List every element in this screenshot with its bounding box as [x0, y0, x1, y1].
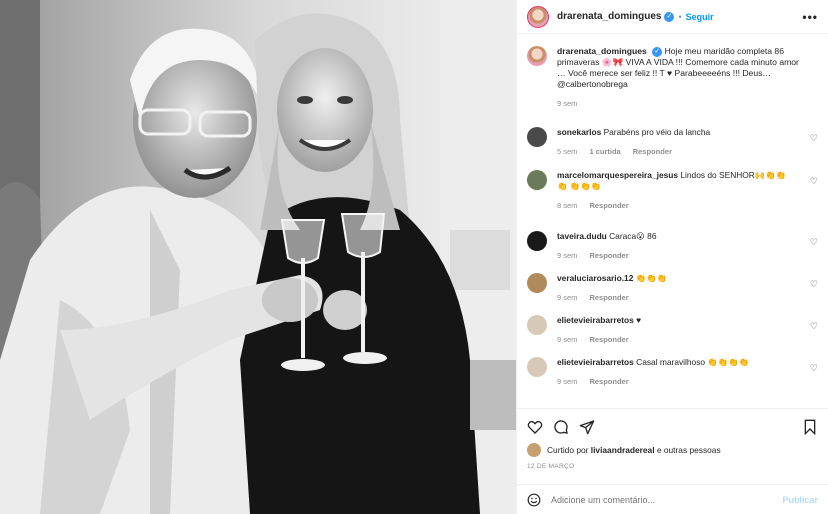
post-caption: drarenata_domingues ✓ Hoje meu maridão c… — [527, 46, 818, 109]
comment-item: veraluciarosario.12 👏👏👏 9 sem Responder ♡ — [527, 273, 818, 303]
comment-time: 9 sem — [557, 335, 578, 344]
commenter-avatar[interactable] — [527, 357, 547, 377]
liked-by-user[interactable]: liviaandradereal — [591, 445, 655, 455]
comments-list[interactable]: drarenata_domingues ✓ Hoje meu maridão c… — [517, 34, 828, 408]
comment-input[interactable] — [551, 494, 751, 505]
comment-item: marcelomarquespereira_jesus Lindos do SE… — [527, 170, 818, 211]
comment-item: sonekarlos Parabéns pro véio da lancha 5 … — [527, 127, 818, 157]
author-username[interactable]: drarenata_domingues — [557, 11, 661, 22]
reply-button[interactable]: Responder — [589, 251, 628, 260]
comment-like-heart-icon[interactable]: ♡ — [810, 237, 818, 248]
commenter-avatar[interactable] — [527, 170, 547, 190]
post-date: 12 DE MARÇO — [527, 463, 575, 470]
comment-item: taveira.dudu Caraca😮 86 9 sem Responder ♡ — [527, 231, 818, 261]
reply-button[interactable]: Responder — [589, 377, 628, 386]
comment-text: Caraca😮 86 — [609, 231, 657, 241]
publish-button[interactable]: Publicar — [782, 495, 818, 505]
post-dialog: drarenata_domingues ✓ • Seguir ••• drare… — [0, 0, 828, 514]
commenter-username[interactable]: marcelomarquespereira_jesus — [557, 170, 678, 180]
comment-like-heart-icon[interactable]: ♡ — [810, 279, 818, 290]
comment-text: ♥ — [636, 315, 642, 325]
post-actions: Curtido por liviaandradereal e outras pe… — [517, 408, 828, 514]
commenter-username[interactable]: elietevieirabarretos — [557, 315, 634, 325]
photo-image — [0, 0, 516, 514]
post-photo[interactable] — [0, 0, 516, 514]
more-options-icon[interactable]: ••• — [802, 10, 818, 24]
save-bookmark-icon[interactable] — [802, 419, 818, 435]
commenter-username[interactable]: sonekarlos — [557, 127, 601, 137]
emoji-icon[interactable] — [527, 493, 541, 507]
share-icon[interactable] — [579, 419, 595, 435]
caption-username[interactable]: drarenata_domingues — [557, 46, 647, 56]
comment-time: 5 sem — [557, 147, 578, 156]
commenter-avatar[interactable] — [527, 315, 547, 335]
comment-item: elietevieirabarretos ♥ 9 sem Responder ♡ — [527, 315, 818, 345]
comment-time: 8 sem — [557, 201, 578, 210]
liked-by: Curtido por liviaandradereal e outras pe… — [527, 443, 818, 457]
author-avatar[interactable] — [527, 5, 549, 28]
commenter-avatar[interactable] — [527, 231, 547, 251]
comment-icon[interactable] — [553, 419, 569, 435]
comment-likes[interactable]: 1 curtida — [589, 147, 620, 156]
liked-by-prefix: Curtido por — [547, 445, 589, 455]
comment-text: Casal maravilhoso 👏👏👏👏 — [636, 357, 750, 367]
like-heart-icon[interactable] — [527, 419, 543, 435]
comment-text: 👏👏👏 — [635, 273, 667, 283]
commenter-avatar[interactable] — [527, 273, 547, 293]
comment-like-heart-icon[interactable]: ♡ — [810, 363, 818, 374]
comment-time: 9 sem — [557, 293, 578, 302]
reply-button[interactable]: Responder — [589, 293, 628, 302]
comment-item: elietevieirabarretos Casal maravilhoso 👏… — [527, 357, 818, 387]
reply-button[interactable]: Responder — [633, 147, 672, 156]
liker-avatar[interactable] — [527, 443, 541, 457]
liked-by-others[interactable]: e outras pessoas — [657, 445, 721, 455]
verified-icon: ✓ — [652, 46, 663, 57]
post-header: drarenata_domingues ✓ • Seguir ••• — [517, 0, 828, 34]
caption-time: 9 sem — [557, 99, 578, 108]
comment-like-heart-icon[interactable]: ♡ — [810, 176, 818, 187]
verified-icon: ✓ — [664, 11, 675, 22]
commenter-username[interactable]: taveira.dudu — [557, 231, 607, 241]
caption-avatar[interactable] — [527, 46, 547, 66]
comment-time: 9 sem — [557, 377, 578, 386]
separator-dot: • — [678, 11, 682, 22]
follow-button[interactable]: Seguir — [686, 12, 714, 22]
comment-time: 9 sem — [557, 251, 578, 260]
reply-button[interactable]: Responder — [589, 335, 628, 344]
commenter-username[interactable]: elietevieirabarretos — [557, 357, 634, 367]
reply-button[interactable]: Responder — [589, 201, 628, 210]
add-comment-bar: Publicar — [517, 484, 828, 514]
commenter-avatar[interactable] — [527, 127, 547, 147]
post-sidebar: drarenata_domingues ✓ • Seguir ••• drare… — [516, 0, 828, 514]
comment-text: Parabéns pro véio da lancha — [603, 127, 711, 137]
commenter-username[interactable]: veraluciarosario.12 — [557, 273, 633, 283]
comment-like-heart-icon[interactable]: ♡ — [810, 133, 818, 144]
comment-like-heart-icon[interactable]: ♡ — [810, 321, 818, 332]
